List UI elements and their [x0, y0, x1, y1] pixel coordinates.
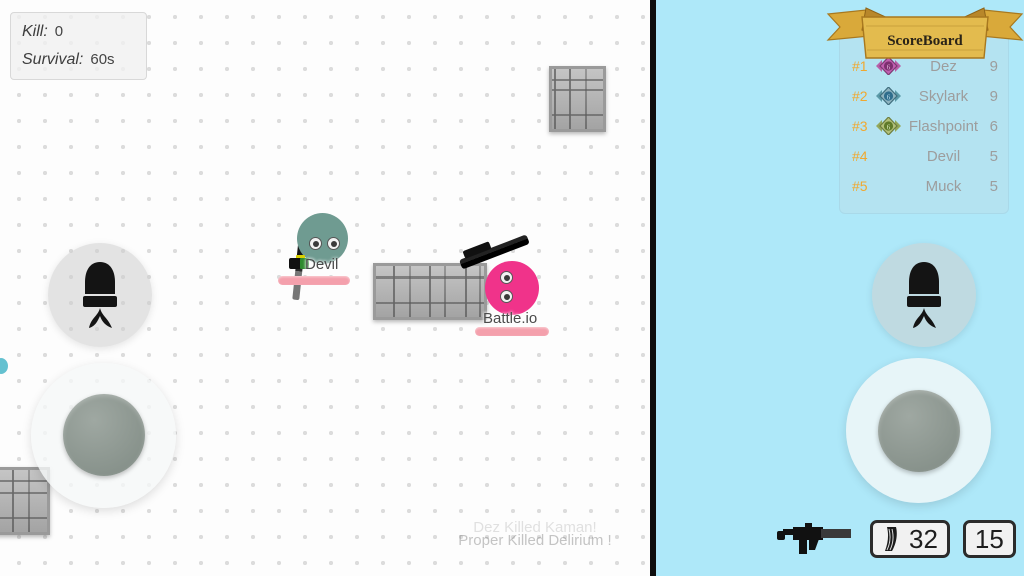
- joystick-knob[interactable]: [63, 394, 145, 476]
- stats-panel: Kill: 0 Survival: 60s: [10, 12, 147, 80]
- scoreboard-banner: ScoreBoard: [826, 6, 1024, 62]
- brick-obstacle: [549, 66, 606, 132]
- shoot-button[interactable]: [872, 243, 976, 347]
- player-name: Skylark: [918, 87, 969, 105]
- offscreen-entity: [0, 358, 8, 374]
- eye: [309, 237, 322, 250]
- eye: [327, 237, 340, 250]
- submachine-gun-icon: [777, 523, 851, 554]
- game-world[interactable]: Devil Battle.io Dez Killed Kaman! Proper…: [0, 0, 655, 576]
- medal-green-icon: 6: [876, 116, 901, 136]
- kill-feed-line: Proper Killed Delirium !: [458, 532, 612, 549]
- player-score: 5: [989, 147, 998, 165]
- scoreboard-row: #2 6 Skylark 9: [840, 81, 1008, 111]
- svg-text:6: 6: [887, 94, 891, 102]
- rank-label: #3: [852, 118, 868, 134]
- entity-name-label: Battle.io: [483, 310, 538, 327]
- shoot-button[interactable]: [48, 243, 152, 347]
- player-name: Flashpoint: [908, 117, 979, 135]
- kill-stat-row: Kill: 0: [22, 20, 146, 48]
- magazine-icon: [885, 527, 897, 551]
- rank-label: #5: [852, 178, 868, 194]
- scoreboard-row: #3 6 Flashpoint 6: [840, 111, 1008, 141]
- panel-divider: [650, 0, 656, 576]
- eye: [500, 271, 513, 284]
- health-bar: [278, 276, 350, 285]
- rank-label: #4: [852, 148, 868, 164]
- player-score: 6: [989, 117, 998, 135]
- medal-blue-icon: 6: [876, 86, 901, 106]
- kill-feed: Dez Killed Kaman! Proper Killed Delirium…: [420, 519, 650, 549]
- rocket-bullet-icon: [907, 262, 941, 328]
- svg-text:6: 6: [887, 64, 891, 72]
- scoreboard-row: #5 Muck 5: [840, 171, 1008, 201]
- health-bar: [475, 327, 549, 336]
- game-screen: Devil Battle.io Dez Killed Kaman! Proper…: [0, 0, 1024, 576]
- eye: [500, 290, 513, 303]
- reserve-ammo-count: 15: [974, 523, 1004, 554]
- svg-text:6: 6: [887, 124, 891, 132]
- entity-name-label: Devil: [305, 256, 339, 273]
- clip-ammo-count: 32: [909, 523, 938, 554]
- clip-ammo-box: 32: [870, 520, 950, 558]
- scoreboard-row: #4 Devil 5: [840, 141, 1008, 171]
- rocket-bullet-icon: [83, 262, 117, 328]
- joystick-knob[interactable]: [878, 390, 960, 472]
- survival-stat-row: Survival: 60s: [22, 48, 146, 76]
- player-score: 9: [989, 87, 998, 105]
- survival-label: Survival:: [22, 51, 84, 68]
- survival-value: 60s: [90, 51, 115, 68]
- player-score: 5: [989, 177, 998, 195]
- kill-label: Kill:: [22, 23, 48, 40]
- rank-label: #2: [852, 88, 868, 104]
- brick-obstacle: [373, 263, 487, 320]
- brick-obstacle: [0, 467, 50, 535]
- player-name: Devil: [926, 147, 961, 165]
- player-name: Muck: [925, 177, 962, 195]
- reserve-ammo-box: 15: [962, 520, 1016, 558]
- scoreboard-title: ScoreBoard: [887, 33, 963, 49]
- player-body: [485, 261, 539, 315]
- ammo-hud: 32 15: [775, 519, 1016, 559]
- kill-value: 0: [54, 23, 64, 40]
